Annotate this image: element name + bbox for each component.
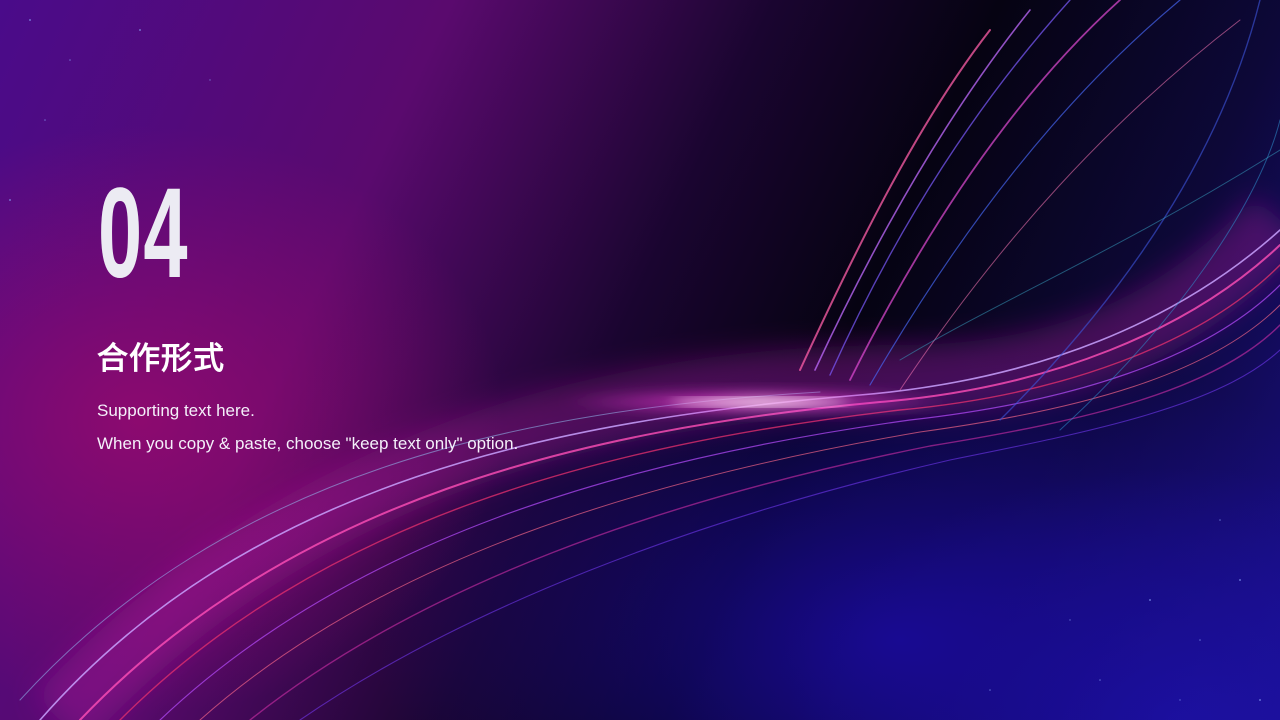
- section-title: 合作形式: [97, 341, 225, 376]
- slide: 04 合作形式 Supporting text here. When you c…: [0, 0, 1280, 720]
- section-number: 04: [98, 162, 189, 305]
- supporting-text-line-2: When you copy & paste, choose "keep text…: [97, 434, 519, 453]
- slide-content: 04 合作形式 Supporting text here. When you c…: [0, 0, 1280, 720]
- supporting-text-line-1: Supporting text here.: [97, 401, 255, 420]
